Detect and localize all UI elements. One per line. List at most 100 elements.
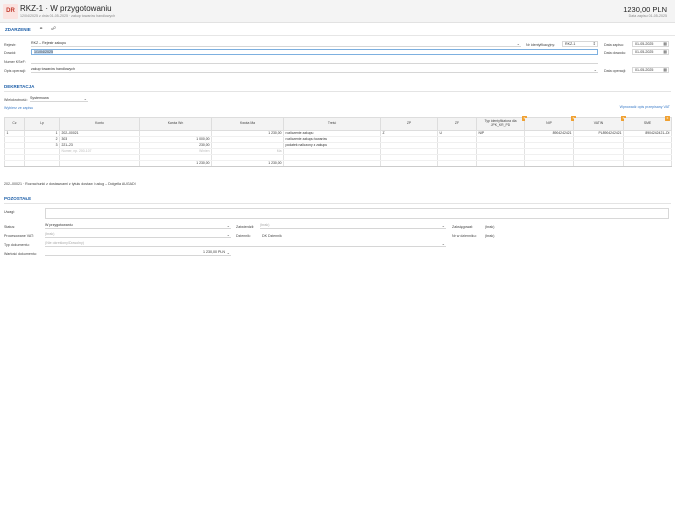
journal-no-value: (brak): [485, 234, 495, 238]
vat-processed-label: Procesowane VAT:: [4, 234, 34, 238]
status-label: Status:: [4, 225, 16, 229]
total-amount: 1230,00 PLN: [623, 5, 667, 14]
decree-section-title: DEKRETACJA: [4, 84, 35, 89]
journal-label: Dziennik:: [236, 234, 251, 238]
document-type-badge: DR: [3, 4, 18, 19]
journal-no-label: Nr w dzienniku:: [452, 234, 477, 238]
entry-date-label: Data zapisu:: [604, 43, 624, 47]
ksef-label: Numer KSeF:: [4, 60, 26, 64]
doc-type-label: Typ dokumentu:: [4, 243, 30, 247]
doc-value-field[interactable]: 1 230,00 PLN ⌄: [45, 250, 231, 256]
chevron-down-icon: ⌄: [516, 41, 520, 46]
column-settings-icon[interactable]: ≡: [665, 116, 670, 121]
col-header-label: SME: [643, 121, 652, 126]
approved-value: (brak): [260, 223, 270, 227]
col-header[interactable]: ZF: [437, 117, 477, 131]
ksef-field[interactable]: [31, 58, 598, 64]
chevron-down-icon: ⌄: [226, 250, 230, 255]
link-icon[interactable]: ☍: [51, 26, 56, 32]
col-header[interactable]: VATIN≡: [573, 116, 626, 131]
entry-date-field[interactable]: 01-05-2025 ▦: [632, 41, 669, 47]
page-title: RKZ-1 · W przygotowaniu: [20, 4, 112, 13]
chevron-down-icon: ⌄: [441, 223, 445, 228]
page-header: DR RKZ-1 · W przygotowaniu 12/04/2025 z …: [0, 0, 675, 23]
register-select[interactable]: RKZ – Rejestr zakupu ⌄: [31, 41, 521, 47]
register-value: RKZ – Rejestr zakupu: [31, 41, 67, 45]
entry-date-note: Data zapisu 01-05-2025: [628, 14, 667, 18]
approved-label: Zatwierdził:: [236, 225, 255, 229]
identifier-field[interactable]: RKZ-1 ⇕: [562, 41, 598, 47]
booked-label: Zaksięgował:: [452, 225, 473, 229]
mode-select[interactable]: Systemowa ⌄: [30, 96, 88, 102]
col-header[interactable]: Treść: [283, 117, 381, 131]
attach-icon[interactable]: ⚭: [39, 26, 43, 32]
stepper-icon: ⇕: [592, 41, 596, 46]
register-label: Rejestr:: [4, 43, 17, 47]
op-date-field[interactable]: 01-05-2025 ▦: [632, 67, 669, 73]
doc-value-value: 1 230,00 PLN: [203, 250, 225, 254]
col-header[interactable]: Konto: [59, 117, 140, 131]
status-select[interactable]: W przygotowaniu ⌄: [45, 223, 231, 229]
chevron-down-icon: ⌄: [441, 241, 445, 246]
section-divider: [4, 203, 671, 204]
mode-value: Systemowa: [30, 96, 49, 100]
decree-table: Cz Lp Konto Kwota Wn Kwota Ma Treść ZP Z…: [4, 116, 672, 167]
col-header[interactable]: SME ≡: [623, 116, 672, 131]
vat-processed-value: (brak): [45, 232, 55, 236]
entry-date-value: 01-05-2025: [635, 42, 654, 46]
tab-event[interactable]: ZDARZENIE: [5, 27, 31, 32]
identifier-label: Nr identyfikacyjny:: [526, 43, 556, 47]
mode-label: Wielokrotność:: [4, 98, 28, 102]
col-header-label: NIP: [546, 121, 552, 126]
calendar-icon: ▦: [663, 49, 667, 54]
vat-processed-select[interactable]: (brak) ⌄: [45, 232, 231, 238]
operation-desc-label: Opis operacji:: [4, 69, 26, 73]
col-header[interactable]: Lp: [24, 117, 60, 131]
col-header[interactable]: Typ identyfikatora dla JPK_KR_PD≡: [476, 116, 527, 131]
section-divider: [4, 91, 671, 92]
chevron-down-icon: ⌄: [593, 67, 597, 72]
col-header-label: VATIN: [593, 121, 604, 126]
totals-row: 1 230,00 1 230,00: [4, 160, 672, 167]
doc-type-value: (Nie określony/Dowolny): [45, 241, 84, 245]
booked-value: (brak): [485, 225, 495, 229]
account-note: 202–00021 · Rozrachunki z dostawcami z t…: [4, 182, 136, 186]
document-label: Dowód:: [4, 51, 17, 55]
journal-value: DK Dziennik: [262, 234, 282, 238]
col-header[interactable]: ZP: [380, 117, 438, 131]
vat-description-link[interactable]: Wprowadź opis przepisany VAT: [620, 105, 670, 109]
doc-date-value: 01-05-2025: [635, 50, 654, 54]
op-date-label: Data operacji:: [604, 69, 627, 73]
chevron-down-icon: ⌄: [226, 223, 230, 228]
chevron-down-icon: ⌄: [226, 232, 230, 237]
doc-date-label: Data dowodu:: [604, 51, 627, 55]
op-date-value: 01-05-2025: [635, 68, 654, 72]
status-value: W przygotowaniu: [45, 223, 73, 227]
notes-textarea[interactable]: [45, 208, 669, 219]
notes-label: Uwagi:: [4, 210, 15, 214]
document-field[interactable]: 1/1/04/2025: [31, 49, 598, 55]
col-header[interactable]: Kwota Ma: [211, 117, 284, 131]
total-debit: 1 230,00: [139, 160, 212, 167]
operation-desc-select[interactable]: zakup towarów handlowych ⌄: [31, 67, 598, 73]
identifier-value: RKZ-1: [565, 42, 576, 46]
chevron-down-icon: ⌄: [83, 96, 87, 101]
other-section-title: POZOSTAŁE: [4, 196, 32, 201]
calendar-icon: ▦: [663, 41, 667, 46]
total-credit: 1 230,00: [211, 160, 284, 167]
approved-select[interactable]: (brak) ⌄: [260, 223, 446, 229]
doc-type-select[interactable]: (Nie określony/Dowolny) ⌄: [45, 241, 446, 247]
page-subtitle: 12/04/2025 z dnia 01-05-2025 · zakup tow…: [20, 14, 116, 18]
add-from-entry-link[interactable]: Wybierz ze zapisu: [4, 106, 33, 110]
col-header-label: Typ identyfikatora dla JPK_KR_PD: [484, 119, 517, 127]
col-header[interactable]: Cz: [4, 117, 25, 131]
document-value: 1/1/04/2025: [34, 50, 53, 54]
operation-desc-value: zakup towarów handlowych: [31, 67, 75, 71]
doc-value-label: Wartość dokumentu:: [4, 252, 37, 256]
tab-bar: ZDARZENIE ⚭ ☍: [0, 23, 675, 36]
doc-date-field[interactable]: 01-05-2025 ▦: [632, 49, 669, 55]
calendar-icon: ▦: [663, 67, 667, 72]
col-header[interactable]: Kwota Wn: [139, 117, 212, 131]
col-header[interactable]: NIP≡: [524, 116, 576, 131]
table-header-row: Cz Lp Konto Kwota Wn Kwota Ma Treść ZP Z…: [4, 116, 672, 131]
